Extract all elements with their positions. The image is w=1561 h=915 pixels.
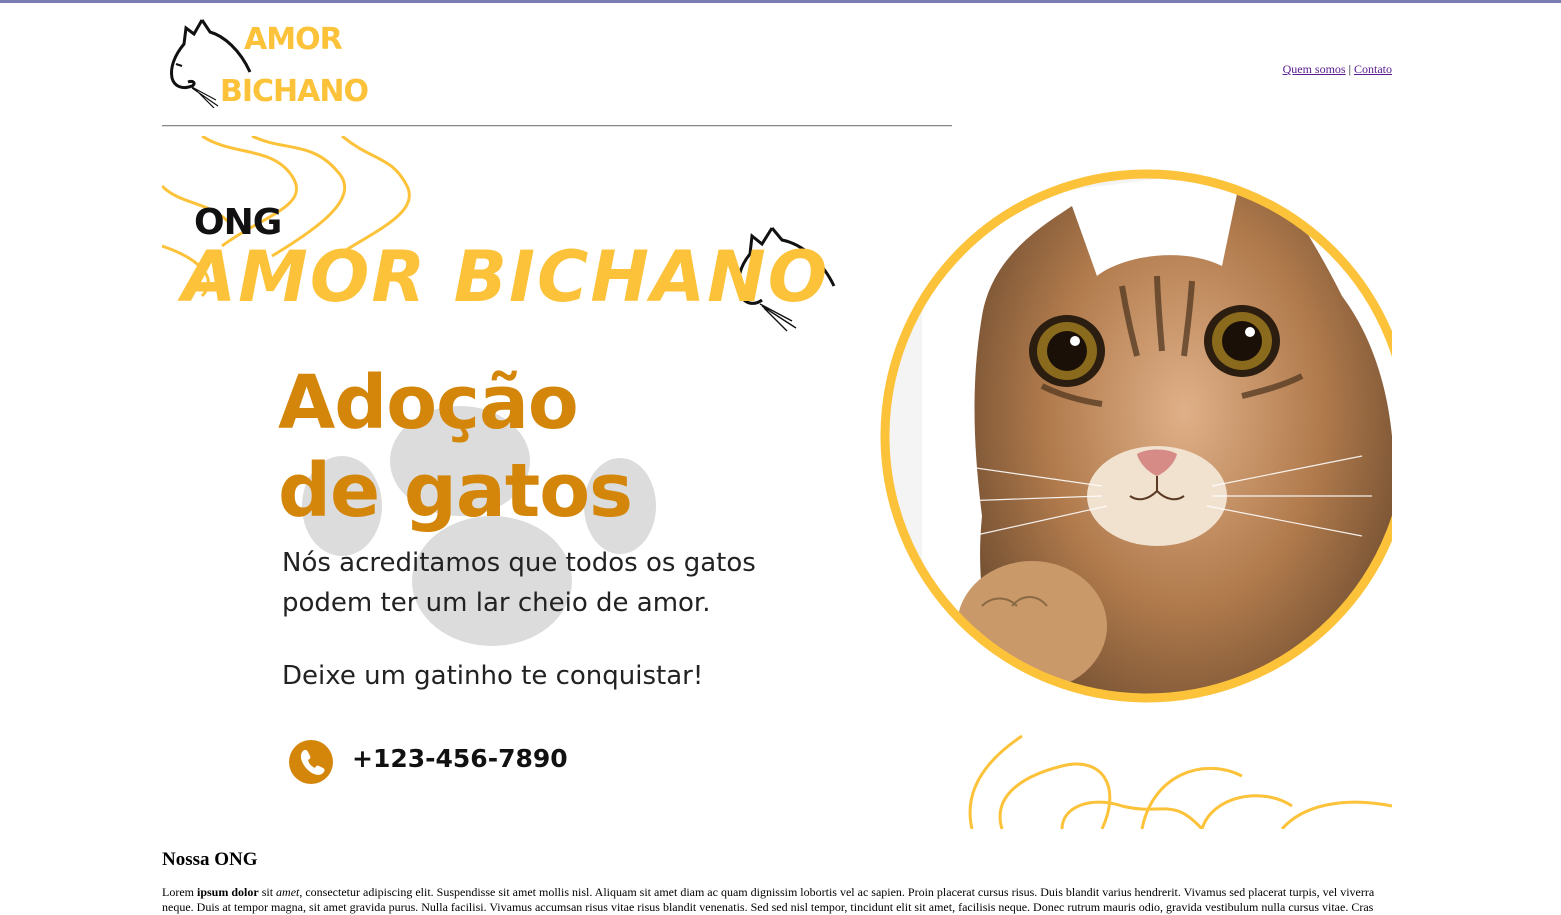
banner-belief-line2: podem ter um lar cheio de amor. — [282, 588, 711, 618]
banner-belief-line1: Nós acreditamos que todos os gatos — [282, 548, 756, 578]
lorem-sit: sit — [261, 885, 274, 899]
logo[interactable]: AMOR BICHANO — [162, 12, 369, 112]
phone-icon — [289, 740, 333, 784]
hero-banner-image: ONG AMOR BICHANO Adoção de gatos Nós acr… — [162, 136, 1392, 829]
banner-headline-line1: Adoção — [278, 360, 579, 446]
nav-link-contato[interactable]: Contato — [1354, 62, 1392, 76]
banner-brand: AMOR BICHANO — [182, 236, 830, 318]
nav-separator: | — [1348, 62, 1351, 76]
lorem-rest: , consectetur adipiscing elit. Suspendis… — [162, 885, 1375, 914]
logo-text-bichano: BICHANO — [220, 74, 369, 109]
section-title-nossa-ong: Nossa ONG — [162, 849, 258, 870]
nav-link-quem-somos[interactable]: Quem somos — [1283, 62, 1346, 76]
header-divider — [162, 125, 952, 127]
banner-phone-number: +123-456-7890 — [352, 744, 568, 773]
header: AMOR BICHANO Quem somos | Contato — [162, 12, 1392, 114]
top-nav: Quem somos | Contato — [1283, 62, 1392, 77]
lorem-italic: amet — [276, 885, 300, 899]
top-border — [0, 0, 1561, 3]
logo-text-amor: AMOR — [244, 22, 343, 57]
banner-cta: Deixe um gatinho te conquistar! — [282, 661, 704, 691]
banner-belief: Nós acreditamos que todos os gatos podem… — [282, 543, 802, 623]
section-body-text: Lorem ipsum dolor sit amet, consectetur … — [162, 885, 1390, 915]
banner-headline-line2: de gatos — [278, 448, 633, 534]
lorem-word: Lorem — [162, 885, 194, 899]
lorem-bold: ipsum dolor — [197, 885, 259, 899]
